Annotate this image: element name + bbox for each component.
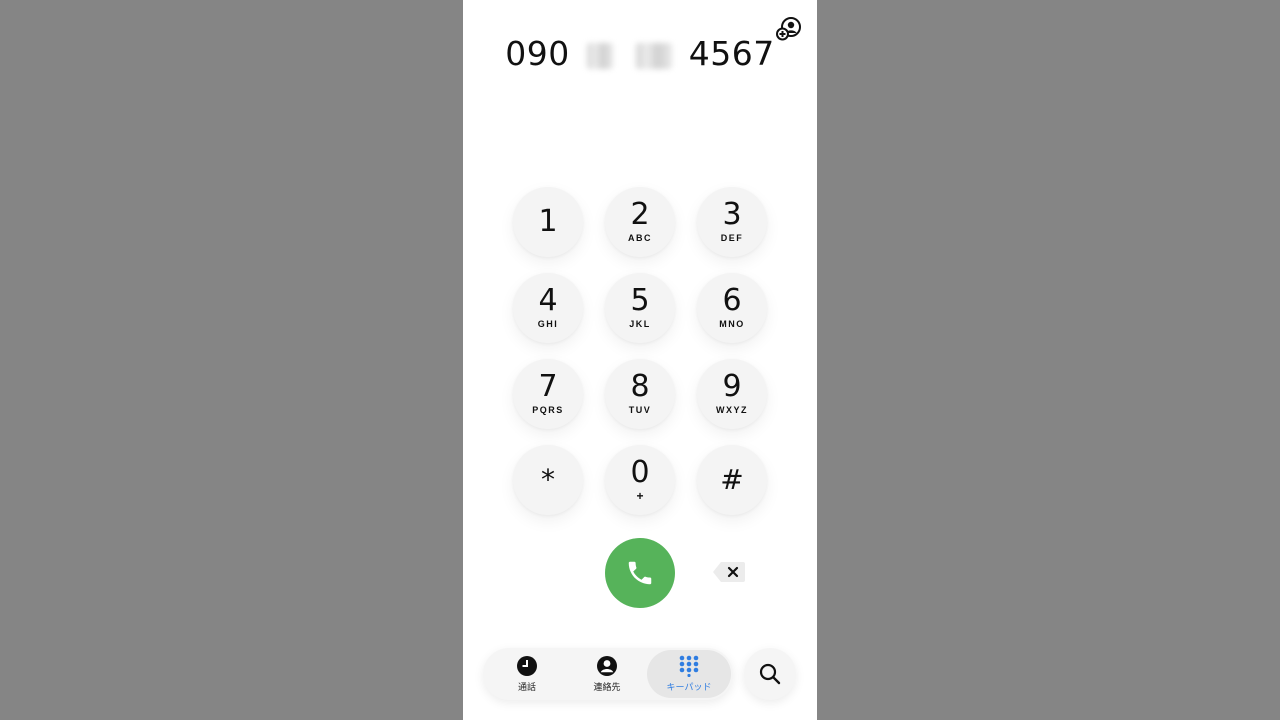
tab-keypad[interactable]: キーパッド xyxy=(647,650,731,698)
backspace-icon xyxy=(713,562,745,582)
delete-button[interactable] xyxy=(711,558,747,586)
tab-contacts[interactable]: 連絡先 xyxy=(571,650,643,698)
tab-recents[interactable]: 通話 xyxy=(491,650,563,698)
key-2[interactable]: 2 ABC xyxy=(605,187,675,257)
key-digit: 7 xyxy=(538,369,558,404)
call-button[interactable] xyxy=(605,538,675,608)
key-hash[interactable]: # xyxy=(697,445,767,515)
key-0[interactable]: 0 + xyxy=(605,445,675,515)
key-digit: 3 xyxy=(722,197,742,232)
search-button[interactable] xyxy=(744,648,796,700)
key-digit: 6 xyxy=(722,283,742,318)
key-4[interactable]: 4 GHI xyxy=(513,273,583,343)
key-digit: 2 xyxy=(630,197,650,232)
key-digit: 8 xyxy=(630,369,650,404)
tab-bar: 通話 連絡先 キーパッド xyxy=(483,648,733,700)
redacted-digits xyxy=(635,42,672,69)
key-star[interactable]: * xyxy=(513,445,583,515)
key-3[interactable]: 3 DEF xyxy=(697,187,767,257)
key-letters: DEF xyxy=(720,233,744,243)
person-icon xyxy=(597,656,617,676)
key-6[interactable]: 6 MNO xyxy=(697,273,767,343)
key-letters: PQRS xyxy=(532,405,564,415)
dialed-number: 090 4567 xyxy=(463,34,817,78)
key-letters: + xyxy=(636,489,644,503)
tab-label: キーパッド xyxy=(666,683,712,693)
search-icon xyxy=(759,663,781,685)
key-letters: TUV xyxy=(628,405,652,415)
key-letters: GHI xyxy=(537,319,559,329)
clock-icon xyxy=(517,656,537,676)
keypad: 1 2 ABC 3 DEF 4 GHI 5 JKL 6 MNO 7 PQRS 8… xyxy=(513,187,769,533)
number-prefix: 090 xyxy=(505,34,570,73)
key-digit: 4 xyxy=(538,283,558,318)
key-digit: # xyxy=(720,463,744,496)
redacted-digits xyxy=(586,42,613,69)
key-letters: ABC xyxy=(628,233,652,243)
key-digit: 0 xyxy=(630,455,650,490)
key-1[interactable]: 1 xyxy=(513,187,583,257)
key-8[interactable]: 8 TUV xyxy=(605,359,675,429)
key-letters: JKL xyxy=(629,319,651,329)
key-digit: 1 xyxy=(538,204,558,239)
key-letters: MNO xyxy=(719,319,745,329)
phone-screen: 090 4567 1 2 ABC 3 DEF 4 GHI 5 JKL 6 MNO xyxy=(463,0,817,720)
key-digit: 9 xyxy=(722,369,742,404)
number-suffix: 4567 xyxy=(688,34,775,73)
tab-label: 連絡先 xyxy=(593,683,621,693)
key-9[interactable]: 9 WXYZ xyxy=(697,359,767,429)
key-digit: 5 xyxy=(630,283,650,318)
key-7[interactable]: 7 PQRS xyxy=(513,359,583,429)
key-digit: * xyxy=(541,463,555,496)
key-letters: WXYZ xyxy=(716,405,748,415)
tab-label: 通話 xyxy=(517,683,536,693)
phone-icon xyxy=(628,561,652,585)
keypad-grid-icon xyxy=(679,655,699,677)
key-5[interactable]: 5 JKL xyxy=(605,273,675,343)
